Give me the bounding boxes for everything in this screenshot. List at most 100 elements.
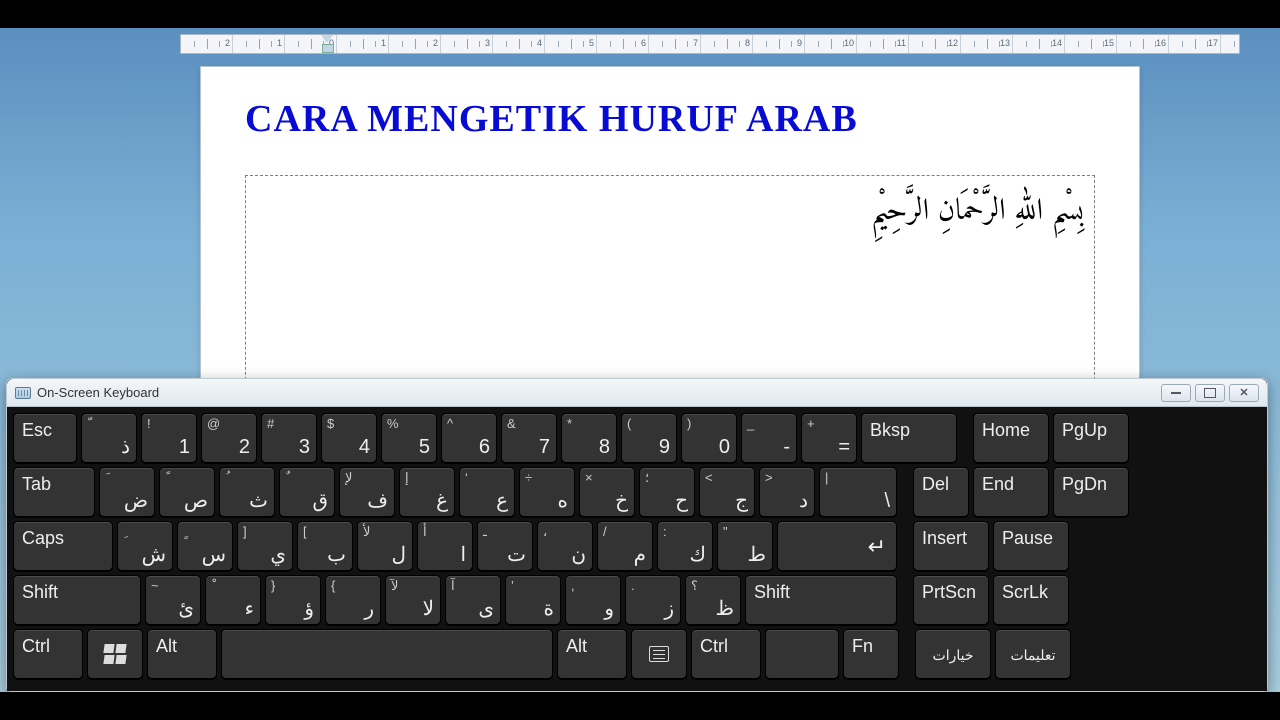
key-ق[interactable]: ٌق [279, 467, 335, 517]
windows-logo-icon [104, 644, 126, 664]
key-س[interactable]: ٍس [177, 521, 233, 571]
insert-key[interactable]: Insert [913, 521, 989, 571]
pause-key[interactable]: Pause [993, 521, 1069, 571]
windows-key[interactable] [87, 629, 143, 679]
key-ر[interactable]: {ر [325, 575, 381, 625]
key-ا[interactable]: أا [417, 521, 473, 571]
key-2[interactable]: @2 [201, 413, 257, 463]
key-غ[interactable]: إغ [399, 467, 455, 517]
key-3[interactable]: #3 [261, 413, 317, 463]
horizontal-ruler[interactable]: 210123456789101112131415161718 [180, 34, 1240, 54]
key-ط[interactable]: "ط [717, 521, 773, 571]
maximize-button[interactable] [1195, 384, 1225, 402]
ruler-tick: 2 [389, 35, 441, 53]
text-frame[interactable]: بِسْمِ اللهِ الرَّحْمَانِ الرَّحِيْمِ [245, 175, 1095, 385]
enter-key[interactable]: ↵ [777, 521, 897, 571]
key-1[interactable]: !1 [141, 413, 197, 463]
prtscn-key[interactable]: PrtScn [913, 575, 989, 625]
key-5[interactable]: %5 [381, 413, 437, 463]
minimize-button[interactable] [1161, 384, 1191, 402]
key-ظ[interactable]: ؟ظ [685, 575, 741, 625]
key-ح[interactable]: ؛ح [639, 467, 695, 517]
key-خ[interactable]: ×خ [579, 467, 635, 517]
key-ء[interactable]: ْء [205, 575, 261, 625]
caps-key[interactable]: Caps [13, 521, 113, 571]
key-ع[interactable]: ‘ع [459, 467, 515, 517]
key-ت[interactable]: ـت [477, 521, 533, 571]
key-ب[interactable]: [ب [297, 521, 353, 571]
key-و[interactable]: ,و [565, 575, 621, 625]
key-ث[interactable]: ُث [219, 467, 275, 517]
ruler-tick: 8 [701, 35, 753, 53]
ruler-tick: 14 [1013, 35, 1065, 53]
key-ئ[interactable]: ~ئ [145, 575, 201, 625]
fn-key[interactable]: Fn [843, 629, 899, 679]
alt-key[interactable]: Alt [147, 629, 217, 679]
ruler-tick: 16 [1117, 35, 1169, 53]
key-ف[interactable]: لإف [339, 467, 395, 517]
bksp-key[interactable]: Bksp [861, 413, 957, 463]
ruler-tick: 1 [337, 35, 389, 53]
ctrl-key[interactable]: Ctrl [691, 629, 761, 679]
pgdn-key[interactable]: PgDn [1053, 467, 1129, 517]
key-=[interactable]: += [801, 413, 857, 463]
keyboard-row: Shift~ئْء}ؤ{رلآلاآى’ة,و.ز؟ظShiftPrtScnSc… [13, 575, 1261, 625]
osk-title: On-Screen Keyboard [37, 385, 159, 400]
osk-titlebar[interactable]: On-Screen Keyboard [7, 379, 1267, 407]
enter-icon: ↵ [868, 534, 886, 560]
key-ز[interactable]: .ز [625, 575, 681, 625]
ruler-tick: 7 [649, 35, 701, 53]
key-9[interactable]: (9 [621, 413, 677, 463]
key-4[interactable]: $4 [321, 413, 377, 463]
end-key[interactable]: End [973, 467, 1049, 517]
backslash-key[interactable]: |\ [819, 467, 897, 517]
keyboard-icon [15, 387, 31, 399]
key-ن[interactable]: ،ن [537, 521, 593, 571]
key-8[interactable]: *8 [561, 413, 617, 463]
key-0[interactable]: )0 [681, 413, 737, 463]
key-7[interactable]: &7 [501, 413, 557, 463]
home-key[interactable]: Home [973, 413, 1049, 463]
keyboard-row: Capsِشٍس]ي[بلألأاـت،ن/م:ك"ط ↵ InsertPause [13, 521, 1261, 571]
key-ذ[interactable]: ّذ [81, 413, 137, 463]
ctrl-key[interactable]: Ctrl [13, 629, 83, 679]
menu-key[interactable] [631, 629, 687, 679]
key-ص[interactable]: ًص [159, 467, 215, 517]
key-ى[interactable]: آى [445, 575, 501, 625]
ruler-tick: 9 [753, 35, 805, 53]
key-ك[interactable]: :ك [657, 521, 713, 571]
keyboard-row: Ctrl Alt Alt Ctrl Fn خياراتتعليمات [13, 629, 1261, 679]
key-ل[interactable]: لأل [357, 521, 413, 571]
close-button[interactable] [1229, 384, 1259, 402]
keyboard-row: Escّذ!1@2#3$4%5^6&7*8(9)0_-+=Bksp HomePgU… [13, 413, 1261, 463]
key-لا[interactable]: لآلا [385, 575, 441, 625]
key-ج[interactable]: <ج [699, 467, 755, 517]
key-6[interactable]: ^6 [441, 413, 497, 463]
ruler-tick: 10 [805, 35, 857, 53]
arabic-text[interactable]: بِسْمِ اللهِ الرَّحْمَانِ الرَّحِيْمِ [256, 186, 1084, 240]
key--[interactable]: _- [741, 413, 797, 463]
document-page: CARA MENGETIK HURUF ARAB بِسْمِ اللهِ ال… [200, 66, 1140, 426]
options-key[interactable]: خيارات [915, 629, 991, 679]
del-key[interactable]: Del [913, 467, 969, 517]
key-ض[interactable]: َض [99, 467, 155, 517]
key-ؤ[interactable]: }ؤ [265, 575, 321, 625]
scrlk-key[interactable]: ScrLk [993, 575, 1069, 625]
blank-key[interactable] [765, 629, 839, 679]
key-ة[interactable]: ’ة [505, 575, 561, 625]
indent-marker-icon[interactable] [321, 35, 333, 53]
key-م[interactable]: /م [597, 521, 653, 571]
tab-key[interactable]: Tab [13, 467, 95, 517]
spacebar[interactable] [221, 629, 553, 679]
key-ش[interactable]: ِش [117, 521, 173, 571]
shift-key[interactable]: Shift [13, 575, 141, 625]
key-د[interactable]: >د [759, 467, 815, 517]
esc-key[interactable]: Esc [13, 413, 77, 463]
shift-key[interactable]: Shift [745, 575, 897, 625]
pgup-key[interactable]: PgUp [1053, 413, 1129, 463]
ruler-tick: 2 [181, 35, 233, 53]
alt-key[interactable]: Alt [557, 629, 627, 679]
help-key[interactable]: تعليمات [995, 629, 1071, 679]
key-ه[interactable]: ÷ه [519, 467, 575, 517]
key-ي[interactable]: ]ي [237, 521, 293, 571]
